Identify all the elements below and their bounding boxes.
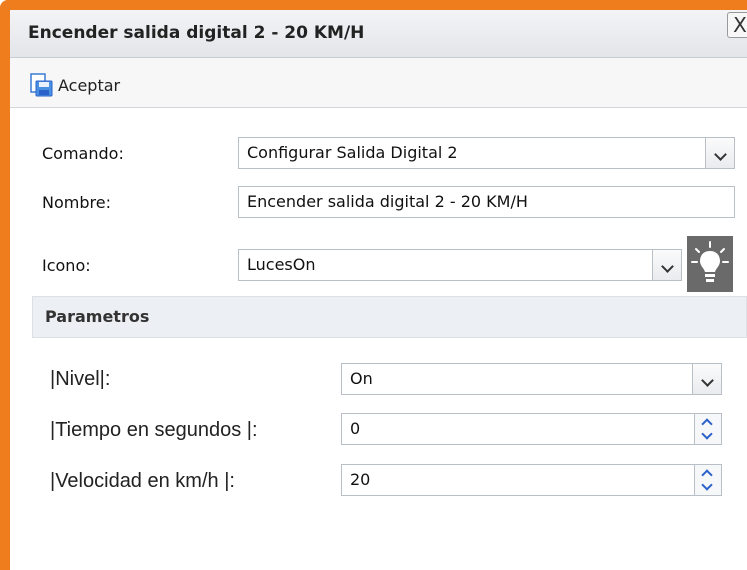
tiempo-number-input[interactable]: 0: [341, 413, 722, 445]
icon-preview: [687, 236, 733, 292]
comando-label: Comando:: [42, 144, 124, 163]
icono-value: LucesOn: [247, 255, 316, 274]
parametros-header: Parametros: [32, 296, 747, 338]
dialog-toolbar: Aceptar: [10, 58, 747, 108]
velocidad-spinner[interactable]: [694, 465, 721, 495]
icono-select[interactable]: LucesOn: [238, 249, 682, 281]
comando-value: Configurar Salida Digital 2: [247, 143, 458, 162]
nombre-label: Nombre:: [42, 193, 111, 212]
spinner-down-icon[interactable]: [702, 482, 712, 490]
tiempo-spinner[interactable]: [694, 414, 721, 444]
spinner-down-icon[interactable]: [702, 431, 712, 439]
nivel-dropdown-trigger[interactable]: [692, 364, 721, 394]
close-button[interactable]: X: [727, 12, 747, 38]
close-icon: X: [733, 13, 747, 37]
parametros-title: Parametros: [45, 307, 150, 326]
spinner-up-icon[interactable]: [702, 417, 712, 425]
comando-dropdown-trigger[interactable]: [705, 138, 734, 168]
velocidad-number-input[interactable]: 20: [341, 464, 722, 496]
spinner-up-icon[interactable]: [702, 468, 712, 476]
accept-button-label: Aceptar: [58, 75, 121, 95]
nivel-label: |Nivel|:: [50, 368, 111, 390]
nivel-value: On: [350, 369, 373, 388]
lightbulb-icon: [691, 241, 729, 282]
save-icon: [30, 73, 53, 97]
comando-select[interactable]: Configurar Salida Digital 2: [238, 137, 735, 169]
tiempo-label: |Tiempo en segundos |:: [50, 419, 258, 441]
tiempo-value: 0: [350, 419, 361, 438]
velocidad-label: |Velocidad en km/h |:: [50, 470, 235, 492]
nombre-input[interactable]: Encender salida digital 2 - 20 KM/H: [238, 186, 735, 218]
dialog-title: Encender salida digital 2 - 20 KM/H: [28, 23, 365, 43]
accept-button[interactable]: Aceptar: [28, 72, 120, 98]
icono-dropdown-trigger[interactable]: [652, 250, 681, 280]
nombre-value: Encender salida digital 2 - 20 KM/H: [247, 192, 528, 211]
dialog-titlebar[interactable]: Encender salida digital 2 - 20 KM/H: [10, 10, 747, 58]
velocidad-value: 20: [350, 470, 371, 489]
nivel-select[interactable]: On: [341, 363, 722, 395]
icono-label: Icono:: [42, 256, 91, 275]
